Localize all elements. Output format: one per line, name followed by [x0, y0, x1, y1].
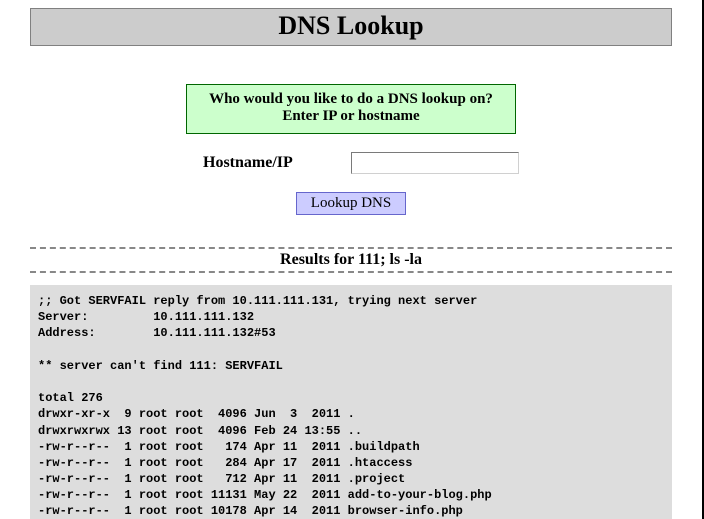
hostname-input[interactable]	[351, 152, 519, 174]
lookup-button[interactable]: Lookup DNS	[296, 192, 406, 215]
title-bar: DNS Lookup	[30, 8, 672, 46]
divider-top	[30, 247, 672, 249]
prompt-line-1: Who would you like to do a DNS lookup on…	[195, 91, 507, 108]
button-row: Lookup DNS	[30, 192, 672, 215]
page-title: DNS Lookup	[31, 11, 671, 41]
results-heading: Results for 111; ls -la	[30, 251, 672, 269]
hostname-label: Hostname/IP	[203, 154, 323, 172]
divider-bottom	[30, 271, 672, 273]
form-row: Hostname/IP	[30, 152, 672, 174]
page-container: DNS Lookup Who would you like to do a DN…	[0, 0, 704, 519]
prompt-line-2: Enter IP or hostname	[195, 108, 507, 125]
results-output: ;; Got SERVFAIL reply from 10.111.111.13…	[30, 285, 672, 519]
prompt-box: Who would you like to do a DNS lookup on…	[186, 84, 516, 134]
